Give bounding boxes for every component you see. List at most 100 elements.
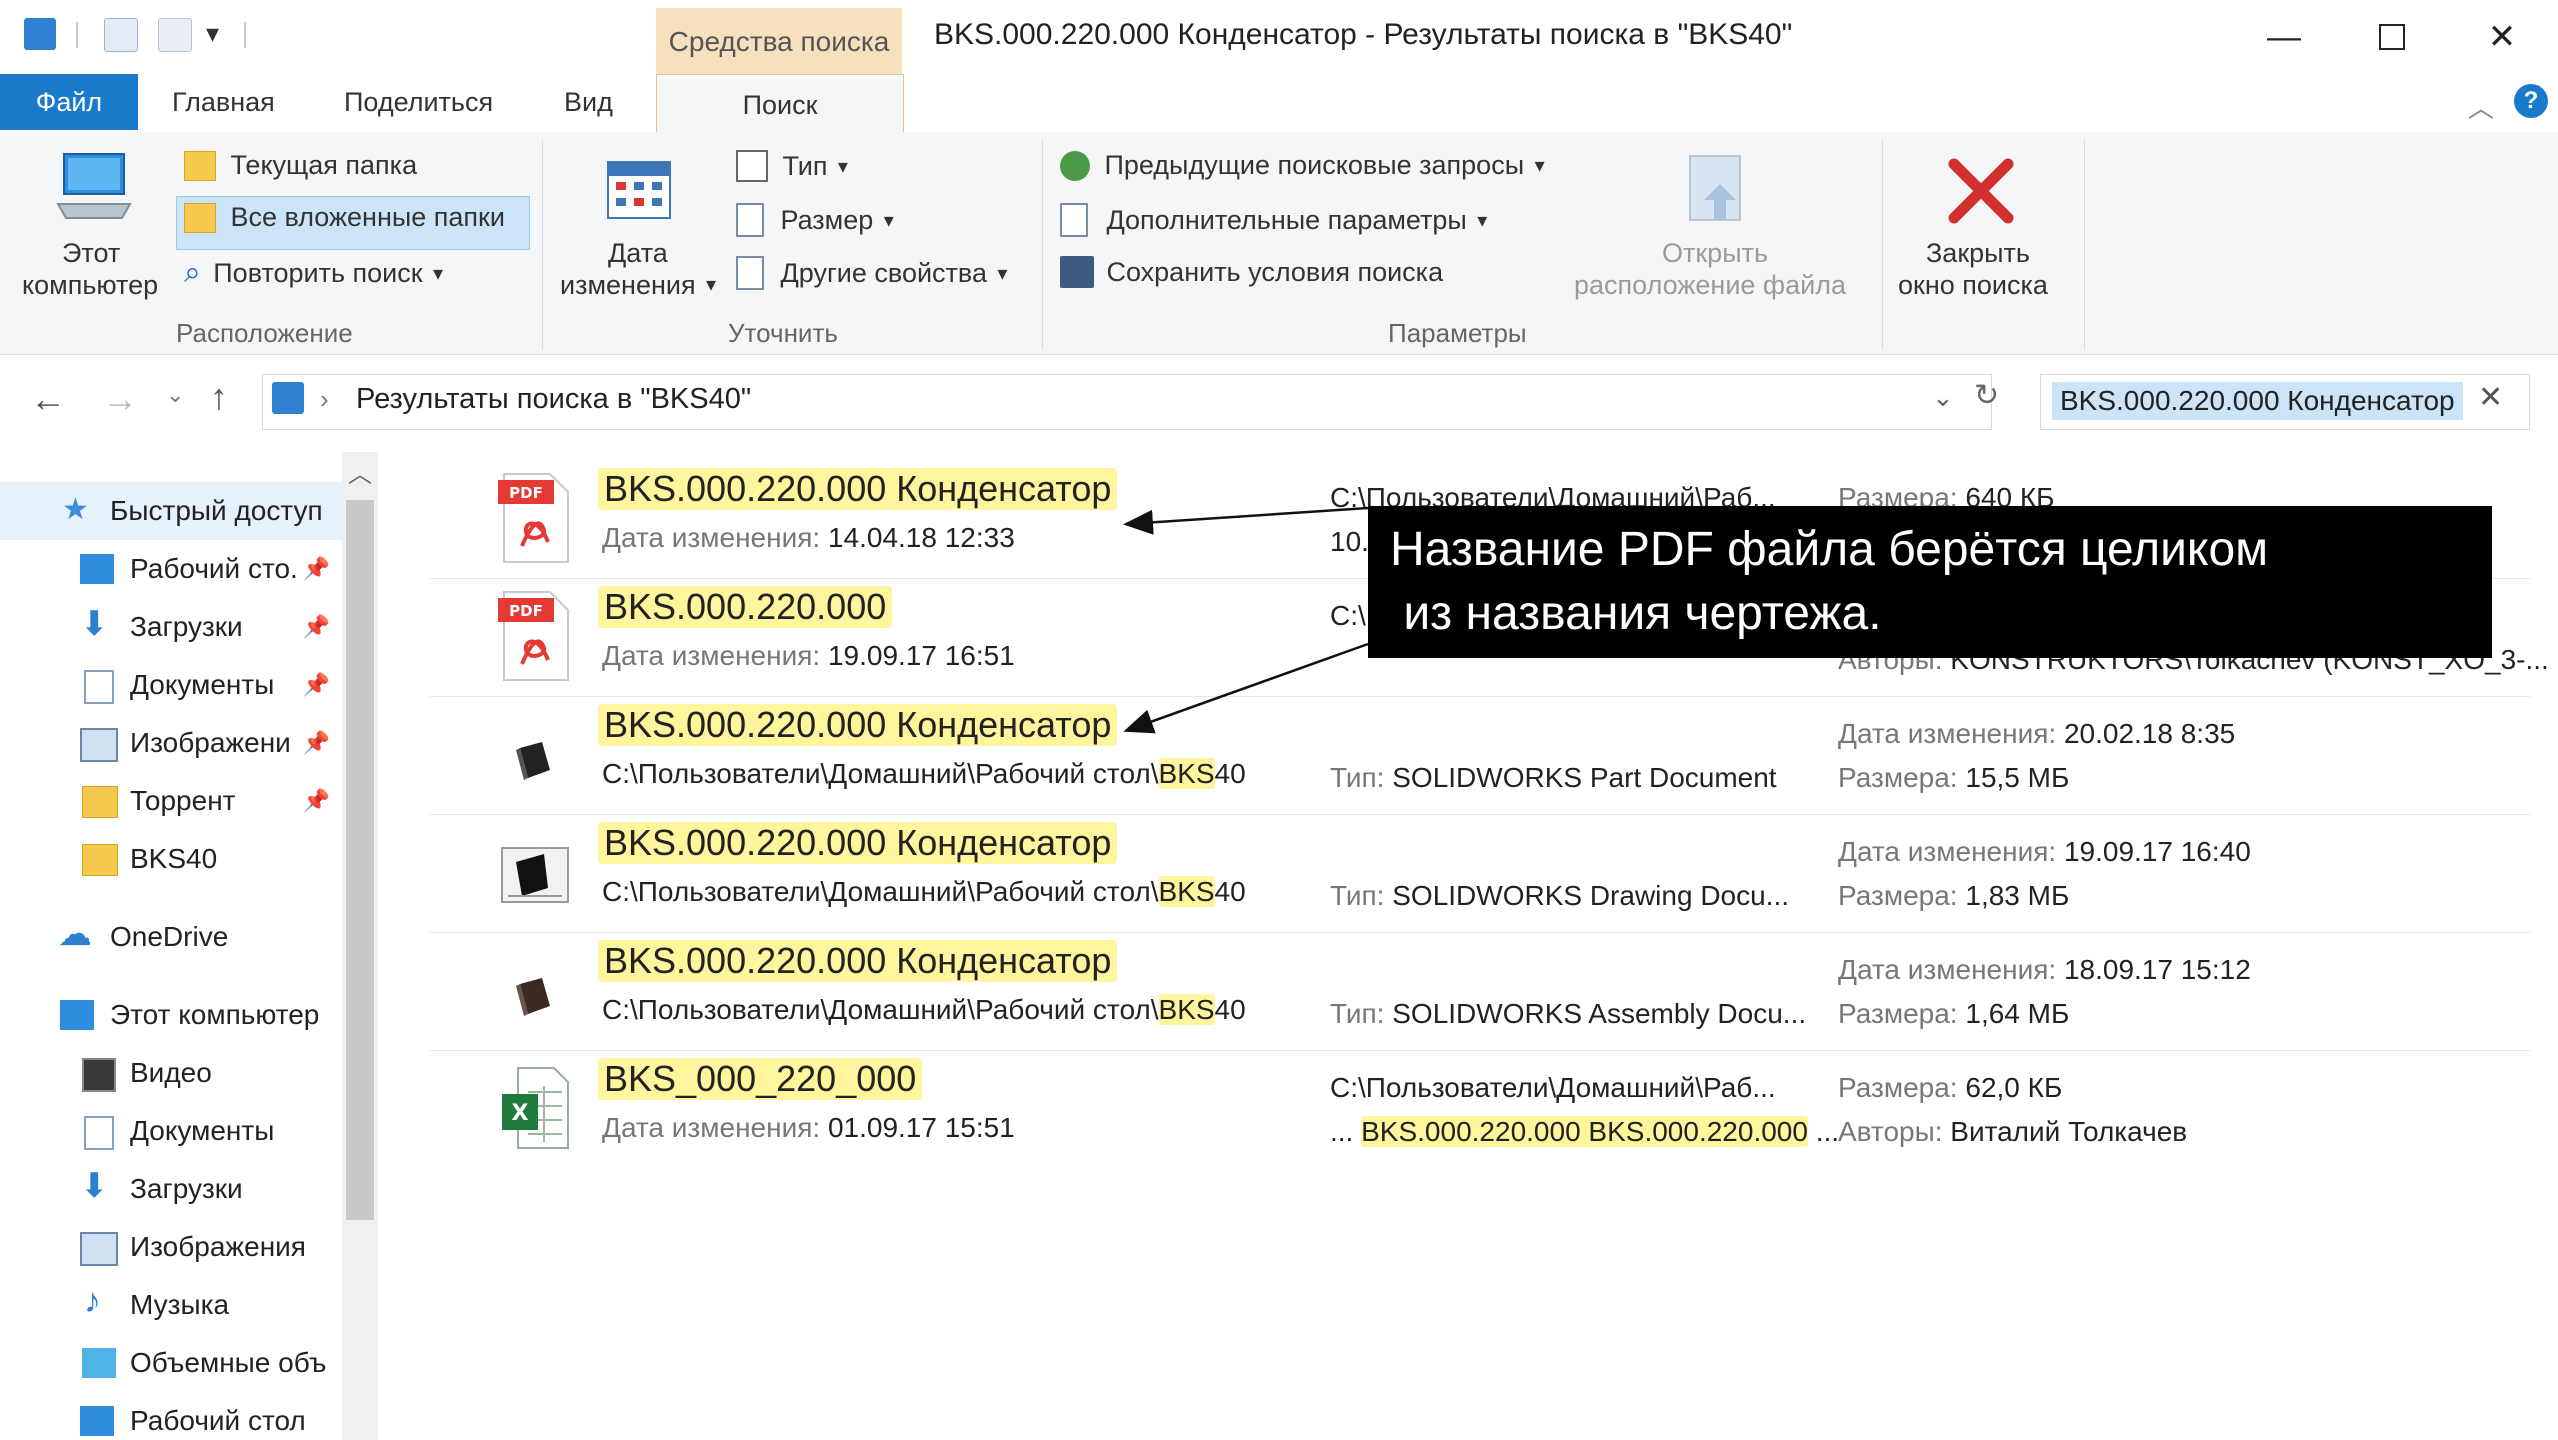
breadcrumb[interactable]: Результаты поиска в "BKS40" bbox=[356, 383, 751, 416]
size-button[interactable]: Размер ▾ bbox=[736, 203, 894, 243]
nav-label: Видео bbox=[130, 1057, 212, 1088]
group-separator bbox=[1882, 140, 1883, 350]
minimize-button[interactable]: — bbox=[2244, 10, 2324, 64]
date-label: Дата изменения: bbox=[602, 640, 821, 671]
nav-bks40[interactable]: BKS40 bbox=[0, 830, 342, 888]
type-button[interactable]: Тип ▾ bbox=[736, 150, 848, 190]
path2-prefix: ... bbox=[1330, 1116, 1354, 1147]
nav-label: Рабочий сто. bbox=[130, 553, 298, 584]
result-row[interactable]: BKS.000.220.000 Конденсатор C:\Пользоват… bbox=[430, 816, 2530, 933]
current-folder-button[interactable]: Текущая папка bbox=[184, 150, 417, 190]
nav-desktop-pc[interactable]: Рабочий стол bbox=[0, 1392, 342, 1440]
path-highlight: BKS bbox=[1158, 758, 1215, 789]
group-separator bbox=[542, 140, 543, 350]
path-suffix: 40 bbox=[1214, 994, 1246, 1025]
result-row[interactable]: BKS.000.220.000 Конденсатор C:\Пользоват… bbox=[430, 698, 2530, 815]
save-search-button[interactable]: Сохранить условия поиска bbox=[1060, 256, 1443, 296]
date-label-2: изменения bbox=[560, 270, 696, 300]
customize-toolbar-icon[interactable]: ▾ bbox=[206, 18, 219, 49]
nav-torrent[interactable]: Торрент 📌 bbox=[0, 772, 342, 830]
file-name[interactable]: BKS.000.220.000 Конденсатор bbox=[598, 822, 1118, 864]
close-search-button[interactable]: Закрыть окно поиска bbox=[1892, 148, 2072, 308]
file-name[interactable]: BKS.000.220.000 Конденсатор bbox=[598, 704, 1118, 746]
file-name[interactable]: BKS.000.220.000 Конденсатор bbox=[598, 468, 1118, 510]
path-suffix: 40 bbox=[1214, 876, 1246, 907]
clear-search-icon[interactable]: ✕ bbox=[2478, 380, 2503, 415]
date-modified-button[interactable]: Дата изменения ▾ bbox=[556, 148, 726, 308]
this-pc-button[interactable]: Этот компьютер bbox=[12, 148, 172, 306]
type-value: SOLIDWORKS Drawing Docu... bbox=[1392, 880, 1790, 911]
folder-icon bbox=[184, 150, 216, 181]
file-name[interactable]: BKS_000_220_000 bbox=[598, 1058, 923, 1100]
type-label: Тип bbox=[782, 150, 828, 181]
download-icon: ⬇ bbox=[80, 605, 109, 643]
file-name[interactable]: BKS.000.220.000 bbox=[598, 586, 893, 628]
size-label: Размера: bbox=[1838, 1072, 1958, 1103]
date-value: 19.09.17 16:40 bbox=[2063, 836, 2251, 867]
close-window-button[interactable]: ✕ bbox=[2462, 10, 2542, 64]
nav-pictures[interactable]: Изображени 📌 bbox=[0, 714, 342, 772]
search-again-button[interactable]: ⌕ Повторить поиск ▾ bbox=[184, 256, 443, 296]
nav-label: Рабочий стол bbox=[130, 1405, 306, 1436]
tab-file[interactable]: Файл bbox=[0, 74, 138, 130]
dropdown-arrow-icon: ▾ bbox=[997, 262, 1008, 285]
file-name[interactable]: BKS.000.220.000 Конденсатор bbox=[598, 940, 1118, 982]
back-arrow-icon[interactable]: ← bbox=[30, 378, 66, 420]
minimize-icon: — bbox=[2267, 17, 2301, 56]
solidworks-drawing-icon bbox=[501, 847, 569, 903]
nav-3d-objects[interactable]: Объемные объ bbox=[0, 1334, 342, 1392]
scroll-up-icon[interactable]: ︿ bbox=[348, 454, 372, 489]
path-prefix: C:\Пользователи\Домашний\Рабочий стол\ bbox=[602, 758, 1159, 789]
size-value: 15,5 МБ bbox=[1965, 762, 2070, 793]
result-row[interactable]: X BKS_000_220_000 Дата изменения: 01.09.… bbox=[430, 1052, 2530, 1168]
nav-music[interactable]: ♪ Музыка bbox=[0, 1276, 342, 1334]
breadcrumb-chevron-icon[interactable]: › bbox=[320, 384, 329, 415]
search-results-icon bbox=[272, 382, 304, 414]
search-query[interactable]: BKS.000.220.000 Конденсатор bbox=[2052, 382, 2463, 420]
nav-video[interactable]: Видео bbox=[0, 1044, 342, 1102]
tab-home[interactable]: Главная bbox=[172, 74, 275, 130]
type-label: Тип: bbox=[1330, 880, 1385, 911]
refresh-icon[interactable]: ↻ bbox=[1974, 378, 1999, 413]
nav-downloads-pc[interactable]: ⬇ Загрузки bbox=[0, 1160, 342, 1218]
advanced-options-label: Дополнительные параметры bbox=[1106, 204, 1467, 235]
nav-label: Документы bbox=[130, 1115, 275, 1146]
nav-desktop[interactable]: Рабочий сто. 📌 bbox=[0, 540, 342, 598]
recent-searches-button[interactable]: Предыдущие поисковые запросы ▾ bbox=[1060, 150, 1545, 190]
pin-icon: 📌 bbox=[302, 730, 330, 755]
recent-locations-icon[interactable]: ⌄ bbox=[166, 382, 184, 408]
forward-arrow-icon[interactable]: → bbox=[102, 378, 138, 420]
save-search-label: Сохранить условия поиска bbox=[1106, 256, 1444, 287]
size-label: Размера: bbox=[1838, 762, 1958, 793]
new-folder-icon[interactable] bbox=[158, 18, 192, 52]
properties-icon[interactable] bbox=[104, 18, 138, 52]
collapse-ribbon-icon[interactable]: ︿ bbox=[2468, 88, 2494, 125]
date-label-1: Дата bbox=[608, 238, 668, 268]
path-prefix: C:\Пользователи\Домашний\Рабочий стол\ bbox=[602, 994, 1159, 1025]
advanced-options-button[interactable]: Дополнительные параметры ▾ bbox=[1060, 203, 1487, 243]
type-label: Тип: bbox=[1330, 998, 1385, 1029]
nav-this-pc[interactable]: Этот компьютер bbox=[0, 986, 342, 1044]
maximize-button[interactable] bbox=[2352, 10, 2432, 64]
nav-documents[interactable]: Документы 📌 bbox=[0, 656, 342, 714]
nav-quick-access[interactable]: ★ Быстрый доступ bbox=[0, 482, 342, 540]
help-icon[interactable]: ? bbox=[2514, 84, 2548, 118]
address-dropdown-icon[interactable]: ⌄ bbox=[1932, 382, 1954, 413]
other-properties-button[interactable]: Другие свойства ▾ bbox=[736, 256, 1007, 296]
nav-documents-pc[interactable]: Документы bbox=[0, 1102, 342, 1160]
star-icon: ★ bbox=[62, 493, 89, 526]
open-file-location-button: Открыть расположение файла bbox=[1564, 148, 1874, 308]
up-arrow-icon[interactable]: ↑ bbox=[210, 376, 228, 418]
size-icon bbox=[736, 203, 764, 237]
tab-search[interactable]: Поиск bbox=[656, 74, 904, 135]
size-value: 1,64 МБ bbox=[1965, 998, 2070, 1029]
result-row[interactable]: BKS.000.220.000 Конденсатор C:\Пользоват… bbox=[430, 934, 2530, 1051]
solidworks-assembly-icon bbox=[516, 978, 550, 1016]
all-subfolders-label: Все вложенные папки bbox=[230, 202, 505, 232]
tab-share[interactable]: Поделиться bbox=[344, 74, 493, 130]
nav-downloads[interactable]: ⬇ Загрузки 📌 bbox=[0, 598, 342, 656]
tab-view[interactable]: Вид bbox=[564, 74, 613, 130]
scroll-thumb[interactable] bbox=[346, 500, 374, 1220]
nav-onedrive[interactable]: ☁ OneDrive bbox=[0, 908, 342, 966]
nav-pictures-pc[interactable]: Изображения bbox=[0, 1218, 342, 1276]
